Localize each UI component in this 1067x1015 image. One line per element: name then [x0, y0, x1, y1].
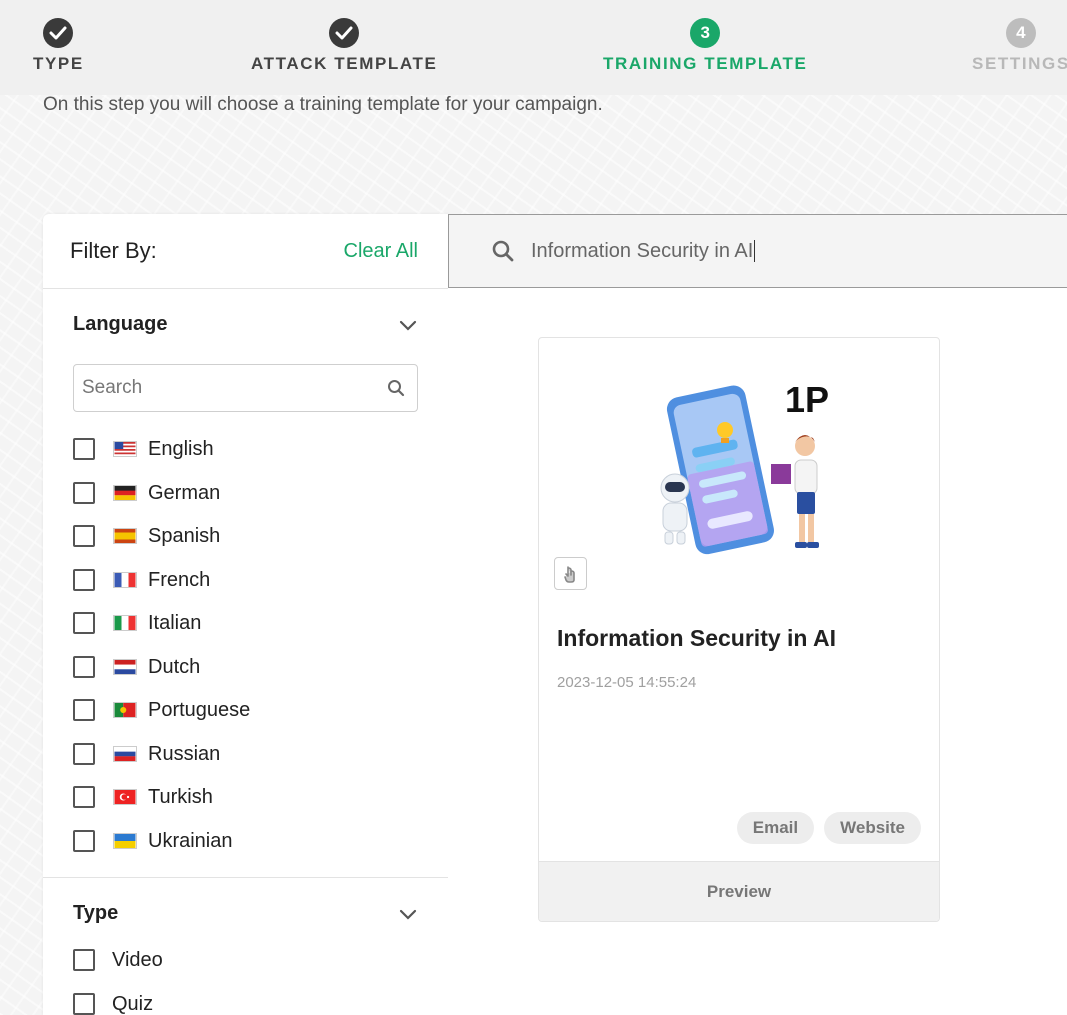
option-label: Video: [112, 948, 163, 971]
type-section-title: Type: [73, 902, 119, 924]
step-label: TRAINING TEMPLATE: [603, 54, 808, 73]
search-icon[interactable]: [387, 379, 405, 397]
step-complete-icon: [329, 18, 360, 48]
checkbox[interactable]: [73, 743, 95, 765]
ua-flag-icon: [113, 833, 137, 849]
template-thumbnail-image: 1P: [660, 379, 829, 555]
touch-icon: [554, 557, 587, 590]
step-type[interactable]: TYPE: [33, 18, 84, 74]
language-option-turkish[interactable]: Turkish: [73, 785, 213, 809]
search-input-value[interactable]: Information Security in AI: [531, 240, 756, 263]
card-date: 2023-12-05 14:55:24: [557, 674, 697, 691]
filter-header: Filter By: Clear All: [43, 214, 448, 289]
clear-all-button[interactable]: Clear All: [344, 240, 418, 263]
checkbox[interactable]: [73, 656, 95, 678]
card-tags: Email Website: [736, 812, 921, 844]
language-option-russian[interactable]: Russian: [73, 742, 220, 766]
text-caret: [754, 240, 756, 263]
card-art-badge: 1P: [785, 379, 829, 420]
step-complete-icon: [43, 18, 74, 48]
option-label: Italian: [148, 611, 202, 634]
language-section-title: Language: [73, 313, 168, 335]
section-divider: [43, 877, 448, 878]
tag-email: Email: [736, 812, 815, 844]
step-number: 4: [1005, 18, 1036, 48]
preview-button[interactable]: Preview: [539, 861, 939, 921]
option-label: Portuguese: [148, 698, 251, 721]
step-description: On this step you will choose a training …: [43, 94, 603, 115]
es-flag-icon: [113, 528, 137, 544]
pt-flag-icon: [113, 702, 137, 718]
step-settings[interactable]: 4 SETTINGS: [972, 18, 1067, 74]
language-option-portuguese[interactable]: Portuguese: [73, 698, 250, 722]
nl-flag-icon: [113, 659, 137, 675]
it-flag-icon: [113, 615, 137, 631]
chevron-down-icon: [399, 320, 417, 331]
option-label: Ukrainian: [148, 829, 233, 852]
option-label: Turkish: [148, 785, 213, 808]
language-option-dutch[interactable]: Dutch: [73, 655, 200, 679]
step-label: TYPE: [33, 54, 84, 73]
language-option-german[interactable]: German: [73, 481, 220, 505]
checkbox[interactable]: [73, 786, 95, 808]
checkbox[interactable]: [73, 699, 95, 721]
option-label: Quiz: [112, 992, 154, 1015]
checkbox[interactable]: [73, 438, 95, 460]
type-option-quiz[interactable]: Quiz: [73, 992, 153, 1015]
stepper: TYPE ATTACK TEMPLATE 3 TRAINING TEMPLATE…: [0, 0, 1067, 95]
language-option-spanish[interactable]: Spanish: [73, 524, 220, 548]
option-label: German: [148, 481, 221, 504]
language-option-ukrainian[interactable]: Ukrainian: [73, 829, 232, 853]
template-search-bar[interactable]: Information Security in AI: [448, 214, 1067, 288]
step-label: ATTACK TEMPLATE: [251, 54, 438, 73]
type-section-header[interactable]: Type: [43, 902, 448, 925]
language-section-header[interactable]: Language: [43, 313, 448, 336]
option-label: Spanish: [148, 524, 221, 547]
option-label: Russian: [148, 742, 221, 765]
language-search-box: [73, 364, 418, 412]
training-template-card[interactable]: 1P Information Security in AI 2023-12-05…: [538, 337, 940, 922]
type-option-video[interactable]: Video: [73, 948, 163, 972]
search-icon: [492, 240, 514, 262]
step-label: SETTINGS: [972, 54, 1067, 73]
option-label: English: [148, 437, 214, 460]
option-label: Dutch: [148, 655, 201, 678]
ru-flag-icon: [113, 746, 137, 762]
option-label: French: [148, 568, 211, 591]
checkbox[interactable]: [73, 569, 95, 591]
filter-title: Filter By:: [70, 238, 157, 263]
us-flag-icon: [113, 441, 137, 457]
language-option-italian[interactable]: Italian: [73, 611, 201, 635]
step-number: 3: [690, 18, 721, 48]
fr-flag-icon: [113, 572, 137, 588]
step-attack-template[interactable]: ATTACK TEMPLATE: [251, 18, 437, 74]
language-option-french[interactable]: French: [73, 568, 210, 592]
step-training-template[interactable]: 3 TRAINING TEMPLATE: [603, 18, 807, 74]
language-option-english[interactable]: English: [73, 437, 214, 461]
card-title: Information Security in AI: [557, 625, 837, 651]
tr-flag-icon: [113, 789, 137, 805]
checkbox[interactable]: [73, 949, 95, 971]
de-flag-icon: [113, 485, 137, 501]
checkbox[interactable]: [73, 525, 95, 547]
checkbox[interactable]: [73, 830, 95, 852]
chevron-down-icon: [399, 909, 417, 920]
language-search-input[interactable]: [82, 377, 342, 399]
checkbox[interactable]: [73, 482, 95, 504]
filter-panel: Filter By: Clear All Language English Ge…: [43, 214, 448, 1015]
checkbox[interactable]: [73, 612, 95, 634]
tag-website: Website: [824, 812, 921, 844]
checkbox[interactable]: [73, 993, 95, 1015]
